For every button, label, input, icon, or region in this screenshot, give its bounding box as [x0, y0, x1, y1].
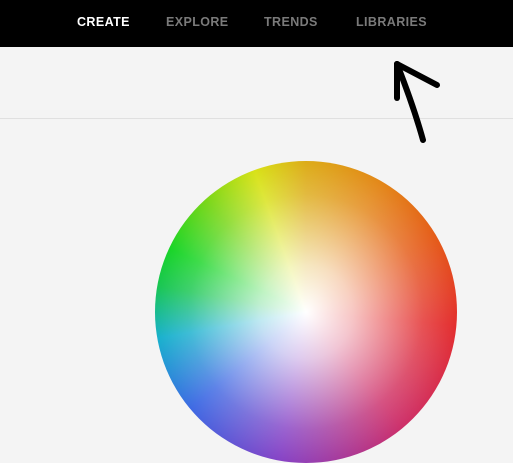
tab-explore[interactable]: EXPLORE [166, 15, 229, 29]
color-wheel-container [155, 161, 457, 463]
tab-trends[interactable]: TRENDS [264, 15, 318, 29]
hand-drawn-arrow-icon [394, 61, 440, 143]
color-wheel[interactable] [155, 161, 457, 463]
main-nav: CREATE EXPLORE TRENDS LIBRARIES [0, 0, 513, 47]
tab-libraries[interactable]: LIBRARIES [356, 15, 427, 29]
tab-create[interactable]: CREATE [77, 15, 130, 29]
top-navigation-bar: CREATE EXPLORE TRENDS LIBRARIES [0, 0, 513, 47]
